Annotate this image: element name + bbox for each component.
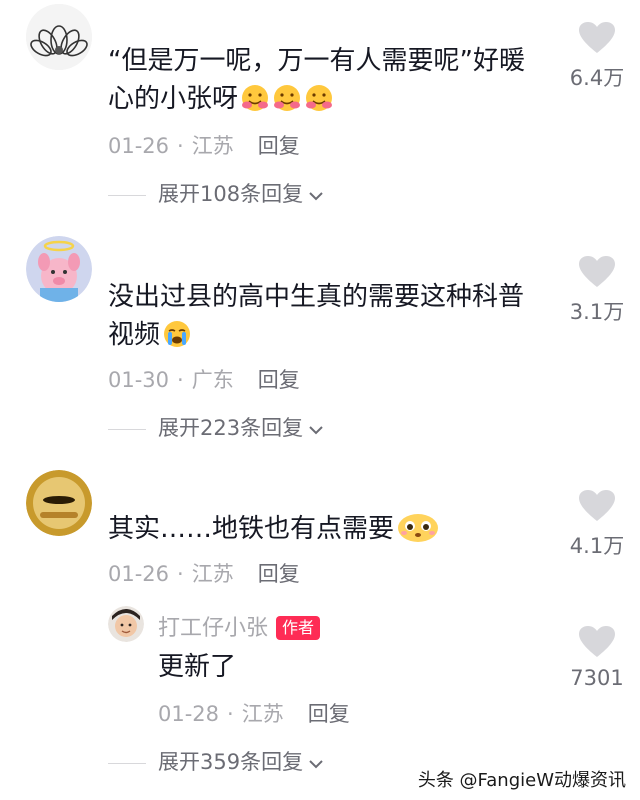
cat-face-avatar (26, 470, 92, 536)
author-name[interactable]: 打工仔小张 (158, 616, 268, 641)
reply-button[interactable]: 回复 (258, 562, 300, 586)
chevron-down-icon (307, 184, 325, 208)
hug-emoji (240, 83, 270, 124)
reply-text: 更新了 (158, 652, 237, 682)
crying-emoji (162, 319, 192, 360)
lotus-flower-avatar (26, 4, 92, 70)
comment-text: “但是万一呢，万一有人需要呢”好暖心的小张呀 (108, 42, 548, 124)
heart-icon (579, 22, 615, 53)
like-button[interactable]: 4.1万 (554, 490, 640, 560)
chevron-down-icon (307, 752, 325, 776)
like-button[interactable]: 6.4万 (554, 22, 640, 92)
divider-line (108, 762, 146, 764)
comment-date: 01-30 (108, 368, 170, 392)
like-count: 3.1万 (569, 300, 625, 324)
piglet-angel-avatar (26, 236, 92, 302)
comment-location: 江苏 (191, 134, 234, 158)
meta-separator: · (177, 134, 184, 158)
reply-button[interactable]: 回复 (258, 134, 300, 158)
like-button[interactable]: 3.1万 (554, 256, 640, 326)
author-name-row: 打工仔小张 作者 (158, 610, 321, 642)
comment-meta: 01-26 · 江苏 回复 (108, 558, 300, 588)
heart-icon (579, 626, 615, 657)
comment-text: 其实……地铁也有点需要 (108, 510, 548, 554)
user-avatar[interactable] (26, 4, 92, 70)
comment-location: 江苏 (191, 562, 234, 586)
comment-date: 01-26 (108, 562, 170, 586)
reply-like-button[interactable]: 7301 (554, 626, 640, 690)
comment-date: 01-26 (108, 134, 170, 158)
reply-meta: 01-28 · 江苏 回复 (158, 698, 350, 728)
author-badge: 作者 (276, 616, 321, 640)
chevron-down-icon (307, 418, 325, 442)
reply-location: 江苏 (241, 702, 284, 726)
like-count: 4.1万 (569, 534, 625, 558)
comment-location: 广东 (191, 368, 234, 392)
boy-face-avatar (108, 606, 144, 642)
author-avatar[interactable] (108, 606, 144, 642)
expand-replies-button[interactable]: 展开108条回复 (108, 178, 325, 208)
user-avatar[interactable] (26, 470, 92, 536)
like-count: 7301 (570, 666, 624, 690)
divider-line (108, 428, 146, 430)
reply-button[interactable]: 回复 (308, 702, 350, 726)
expand-replies-label: 展开108条回复 (158, 182, 304, 206)
meta-separator: · (177, 368, 184, 392)
expand-replies-label: 展开223条回复 (158, 416, 304, 440)
heart-icon (579, 490, 615, 521)
meta-separator: · (177, 562, 184, 586)
user-avatar[interactable] (26, 236, 92, 302)
hug-emoji (272, 83, 302, 124)
watermark: 头条 @FangieW动爆资讯 (417, 770, 626, 791)
comment-meta: 01-30 · 广东 回复 (108, 364, 300, 394)
heart-icon (579, 256, 615, 287)
pleading-emoji (396, 513, 440, 554)
comment-meta: 01-26 · 江苏 回复 (108, 130, 300, 160)
expand-replies-button[interactable]: 展开359条回复 (108, 746, 325, 776)
meta-separator: · (227, 702, 234, 726)
hug-emoji (304, 83, 334, 124)
divider-line (108, 194, 146, 196)
expand-replies-button[interactable]: 展开223条回复 (108, 412, 325, 442)
expand-replies-label: 展开359条回复 (158, 750, 304, 774)
reply-button[interactable]: 回复 (258, 368, 300, 392)
like-count: 6.4万 (569, 66, 625, 90)
comment-text: 没出过县的高中生真的需要这种科普视频 (108, 278, 548, 360)
reply-date: 01-28 (158, 702, 220, 726)
